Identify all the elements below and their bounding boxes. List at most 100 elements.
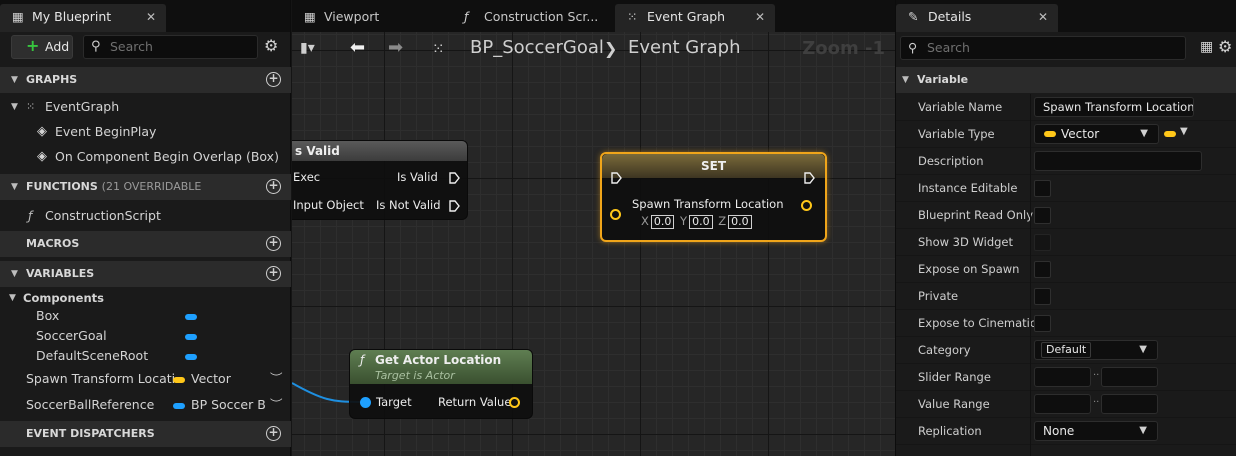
variable-item-soccer-ball[interactable]: SoccerBallReference BP Soccer B ︶ <box>0 394 291 416</box>
row-replication-condition <box>896 445 1236 456</box>
value-range-min-input[interactable] <box>1034 394 1091 414</box>
tab-my-blueprint[interactable]: ▦ My Blueprint ✕ <box>0 4 166 32</box>
row-expose-on-spawn: Expose on Spawn <box>896 256 1236 283</box>
section-graphs[interactable]: ▼ GRAPHS + <box>0 67 291 93</box>
left-toolbar: + Add ⚲ Search ⚙ <box>0 34 291 62</box>
component-item[interactable]: SoccerGoal <box>0 325 291 347</box>
pencil-icon: ✎ <box>908 9 919 24</box>
container-type-dropdown[interactable]: ▼ <box>1162 124 1194 144</box>
object-input-pin[interactable] <box>360 397 371 408</box>
add-button[interactable]: + Add <box>11 35 73 59</box>
blueprint-search-input[interactable]: ⚲ Search <box>83 35 258 59</box>
node-title: SET <box>602 154 825 178</box>
section-functions[interactable]: ▼ FUNCTIONS (21 OVERRIDABLE + <box>0 174 291 200</box>
object-type-pill <box>185 314 197 320</box>
range-separator: ·· <box>1093 397 1100 408</box>
node-title: s Valid <box>292 141 467 161</box>
variable-name-input[interactable]: Spawn Transform Location <box>1034 97 1194 117</box>
chevron-down-icon: ▼ <box>1180 126 1188 137</box>
row-variable-name: Variable Name Spawn Transform Location <box>896 94 1236 121</box>
bp-read-only-checkbox[interactable] <box>1034 207 1051 224</box>
collapse-arrow-icon: ▼ <box>11 102 18 112</box>
graph-item-beginplay[interactable]: ◈ Event BeginPlay <box>0 121 291 143</box>
slider-range-max-input[interactable] <box>1101 367 1158 387</box>
variable-section-header[interactable]: ▼ Variable <box>896 67 1236 93</box>
set-node[interactable]: SET Spawn Transform Location X 0.0 Y 0.0 Z… <box>600 152 827 242</box>
exec-pin-icon[interactable] <box>449 200 460 212</box>
vector-output-pin[interactable] <box>801 200 812 211</box>
close-icon[interactable]: ✕ <box>1038 4 1048 30</box>
graph-item-eventgraph[interactable]: ▼ ⁙ EventGraph <box>0 96 291 118</box>
chevron-down-icon: ▼ <box>1139 344 1147 355</box>
x-value-field[interactable]: 0.0 <box>650 215 675 229</box>
table-view-icon[interactable]: ▦ <box>1200 39 1213 55</box>
pin-label: Exec <box>293 170 321 184</box>
event-graph-icon: ⁙ <box>26 100 36 113</box>
pin-label: Return Value <box>438 395 512 409</box>
vector-type-pill <box>1164 131 1176 137</box>
y-value-field[interactable]: 0.0 <box>689 215 713 229</box>
pin-label: Target <box>376 395 412 409</box>
eye-closed-icon[interactable]: ︶ <box>270 368 283 390</box>
row-expose-cinematic: Expose to Cinematic <box>896 310 1236 337</box>
value-range-max-input[interactable] <box>1101 394 1158 414</box>
eye-closed-icon[interactable]: ︶ <box>270 394 283 416</box>
vector-output-pin[interactable] <box>509 397 520 408</box>
collapse-arrow-icon: ▼ <box>11 75 18 85</box>
search-icon: ⚲ <box>91 39 101 54</box>
object-type-pill <box>185 354 197 360</box>
variable-item-spawn-transform[interactable]: Spawn Transform Locati Vector ︶ <box>0 368 291 390</box>
expose-on-spawn-checkbox[interactable] <box>1034 261 1051 278</box>
details-panel: ✎ Details ✕ ⚲ Search ▦ ⚙ ▼ Variable Vari… <box>895 0 1236 456</box>
gear-icon[interactable]: ⚙ <box>1218 37 1232 56</box>
instance-editable-checkbox[interactable] <box>1034 180 1051 197</box>
component-item[interactable]: DefaultSceneRoot <box>0 345 291 367</box>
add-macro-icon[interactable]: + <box>266 236 281 251</box>
exec-pin-icon[interactable] <box>804 172 815 184</box>
gear-icon[interactable]: ⚙ <box>264 36 278 55</box>
add-function-icon[interactable]: + <box>266 179 281 194</box>
function-item-construction[interactable]: ƒ ConstructionScript <box>0 205 291 227</box>
add-dispatcher-icon[interactable]: + <box>266 426 281 441</box>
section-macros[interactable]: MACROS + <box>0 231 291 257</box>
event-diamond-icon: ◈ <box>37 149 47 164</box>
chevron-down-icon: ▼ <box>1140 128 1148 139</box>
variable-type-dropdown[interactable]: Vector ▼ <box>1034 124 1159 144</box>
section-variables[interactable]: ▼ VARIABLES + <box>0 261 291 287</box>
row-value-range: Value Range ·· <box>896 391 1236 418</box>
private-checkbox[interactable] <box>1034 288 1051 305</box>
add-variable-icon[interactable]: + <box>266 266 281 281</box>
function-icon: ƒ <box>28 208 33 223</box>
details-tabbar: ✎ Details ✕ <box>896 0 1236 32</box>
replication-dropdown[interactable]: None ▼ <box>1034 421 1158 441</box>
range-separator: ·· <box>1093 370 1100 381</box>
is-valid-node[interactable]: s Valid Exec Input Object Is Valid Is No… <box>292 140 468 220</box>
event-diamond-icon: ◈ <box>37 124 47 139</box>
node-header: ƒ Get Actor Location Target is Actor <box>350 350 532 384</box>
add-graph-icon[interactable]: + <box>266 72 281 87</box>
exec-pin-icon[interactable] <box>449 172 460 184</box>
vector-type-pill <box>173 377 185 383</box>
exec-pin-icon[interactable] <box>611 172 622 184</box>
expose-cinematic-checkbox[interactable] <box>1034 315 1051 332</box>
row-bp-read-only: Blueprint Read Only <box>896 202 1236 229</box>
close-icon[interactable]: ✕ <box>146 4 156 30</box>
z-value-field[interactable]: 0.0 <box>728 215 752 229</box>
graph-item-overlap[interactable]: ◈ On Component Begin Overlap (Box) <box>0 146 291 168</box>
section-event-dispatchers[interactable]: EVENT DISPATCHERS + <box>0 421 291 447</box>
details-search-input[interactable]: ⚲ Search <box>900 36 1186 60</box>
search-icon: ⚲ <box>908 40 918 55</box>
row-show-3d-widget: Show 3D Widget <box>896 229 1236 256</box>
get-actor-location-node[interactable]: ƒ Get Actor Location Target is Actor Tar… <box>349 349 533 419</box>
plus-icon: + <box>26 36 40 55</box>
pin-label: Spawn Transform Location <box>632 197 784 211</box>
tab-details[interactable]: ✎ Details ✕ <box>896 4 1058 32</box>
function-icon: ƒ <box>360 353 365 367</box>
row-description: Description <box>896 148 1236 175</box>
description-input[interactable] <box>1034 151 1202 171</box>
show-3d-widget-checkbox[interactable] <box>1034 234 1051 251</box>
slider-range-min-input[interactable] <box>1034 367 1091 387</box>
vector-input-pin[interactable] <box>610 209 621 220</box>
category-dropdown[interactable]: Default ▼ <box>1034 340 1158 360</box>
component-item[interactable]: Box <box>0 305 291 327</box>
